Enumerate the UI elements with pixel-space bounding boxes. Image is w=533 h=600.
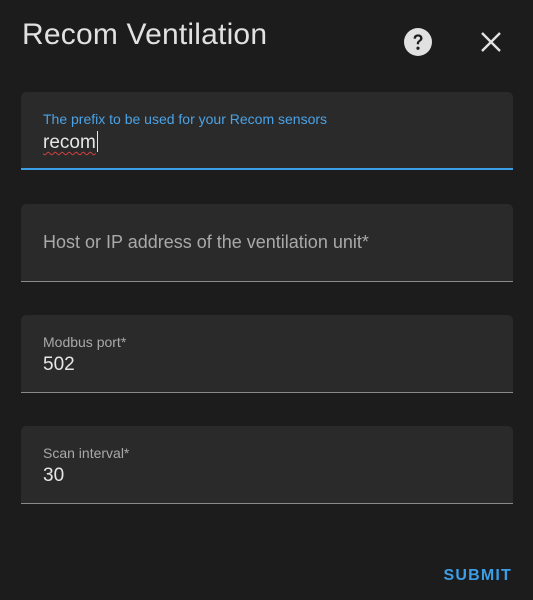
modbus-port-label: Modbus port*: [43, 334, 127, 350]
close-button[interactable]: [476, 27, 506, 57]
help-button[interactable]: [403, 27, 433, 57]
host-field[interactable]: Host or IP address of the ventilation un…: [21, 204, 513, 282]
modbus-port-value[interactable]: 502: [43, 354, 75, 376]
scan-interval-label: Scan interval*: [43, 445, 130, 461]
prefix-field[interactable]: The prefix to be used for your Recom sen…: [21, 92, 513, 170]
scan-interval-value[interactable]: 30: [43, 465, 64, 487]
config-dialog: Recom Ventilation The prefix to be used …: [0, 0, 533, 600]
dialog-title: Recom Ventilation: [22, 18, 268, 51]
submit-button[interactable]: SUBMIT: [443, 567, 512, 585]
host-field-label: Host or IP address of the ventilation un…: [43, 232, 369, 252]
modbus-port-field[interactable]: Modbus port* 502: [21, 315, 513, 393]
help-circle-icon: [404, 28, 432, 56]
text-caret: [96, 131, 98, 152]
close-icon: [481, 32, 501, 52]
prefix-field-value[interactable]: recom: [43, 131, 98, 154]
prefix-field-label: The prefix to be used for your Recom sen…: [43, 111, 328, 127]
scan-interval-field[interactable]: Scan interval* 30: [21, 426, 513, 504]
